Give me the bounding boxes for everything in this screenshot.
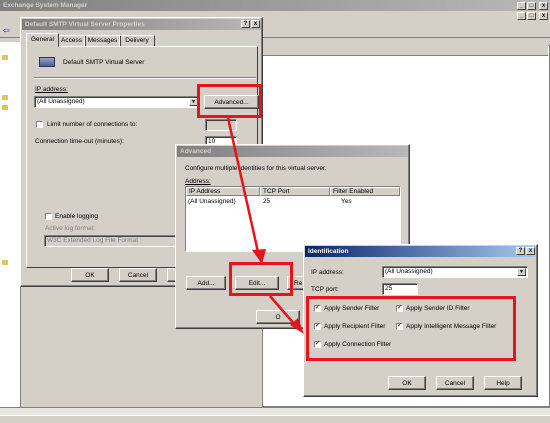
arrow-edit-to-filters: [269, 295, 297, 327]
tab-general[interactable]: General: [26, 33, 59, 47]
arrow-advanced-to-edit: [226, 117, 260, 253]
annotation-arrows: [226, 117, 304, 334]
arrowhead-edit: [252, 249, 266, 264]
tab-general-label: General: [30, 36, 55, 43]
